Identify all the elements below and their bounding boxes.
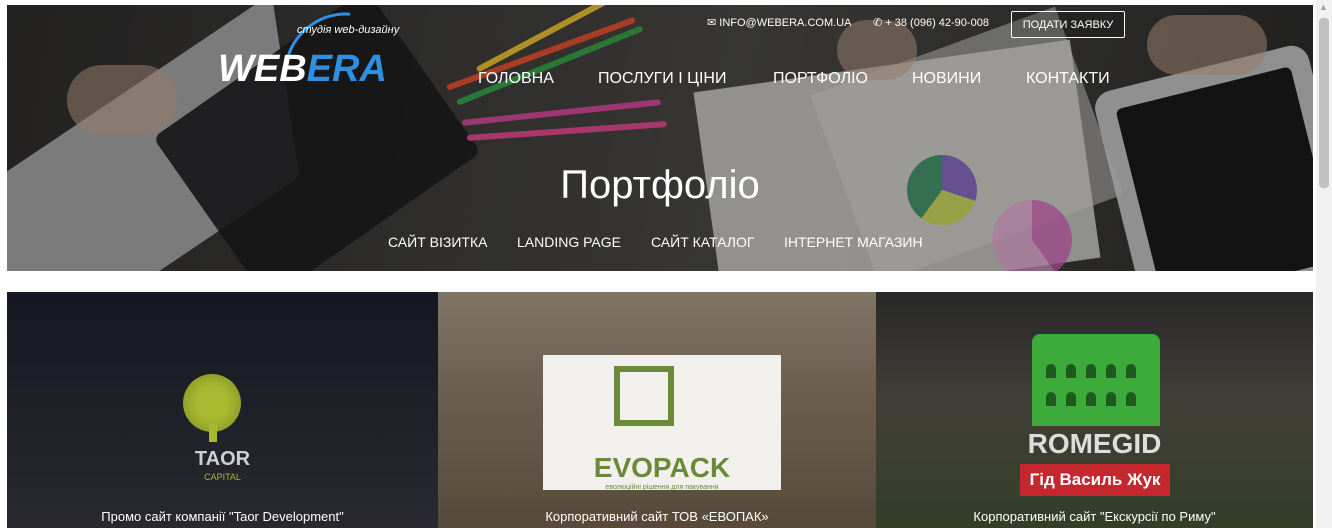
email-link[interactable]: ✉ INFO@WEBERA.COM.UA (707, 16, 851, 29)
colosseum-window (1066, 392, 1076, 406)
page-title: Портфоліо (560, 163, 760, 207)
colosseum-window (1106, 364, 1116, 378)
scrollbar-thumb[interactable] (1319, 18, 1329, 188)
logo-era-text: ERA (306, 48, 387, 90)
phone-text: + 38 (096) 42-90-008 (885, 17, 989, 29)
portfolio-item-evopack[interactable]: EVOPACK еволюційні рішення для пакування… (438, 292, 876, 528)
portfolio-caption: Корпоративний сайт "Екскурсії по Риму" (973, 509, 1216, 524)
logo-tagline: студія web-дизайну (297, 24, 400, 36)
colosseum-window (1046, 364, 1056, 378)
nav-item-services[interactable]: ПОСЛУГИ І ЦІНИ (598, 70, 726, 88)
romegid-logo-title: ROMEGID (1027, 428, 1162, 459)
colosseum-window (1086, 364, 1096, 378)
box-icon (614, 366, 674, 426)
arrow-up-icon[interactable]: ▲ (1319, 2, 1328, 12)
portfolio-caption: Промо сайт компанії "Taor Development" (101, 509, 344, 524)
phone-link[interactable]: ✆ + 38 (096) 42-90-008 (873, 16, 989, 29)
hero-overlay (7, 5, 1313, 271)
nav-item-news[interactable]: НОВИНИ (912, 70, 981, 88)
evopack-logo-title: EVOPACK (593, 452, 731, 483)
taor-logo-sub: CAPITAL (204, 472, 241, 482)
filter-business-card[interactable]: САЙТ ВІЗИТКА (388, 234, 487, 250)
evopack-logo-sub: еволюційні рішення для пакування (605, 484, 719, 491)
portfolio-caption: Корпоративний сайт ТОВ «ЕВОПАК» (545, 509, 769, 524)
nav-item-home[interactable]: ГОЛОВНА (478, 70, 554, 88)
logo-web-text: WEB (218, 48, 307, 90)
taor-logo-title: TAOR (194, 448, 251, 470)
filter-catalog[interactable]: САЙТ КАТАЛОГ (651, 234, 754, 250)
phone-icon: ✆ (873, 17, 883, 29)
colosseum-window (1126, 364, 1136, 378)
email-text: INFO@WEBERA.COM.UA (719, 17, 852, 29)
envelope-icon: ✉ (707, 17, 717, 29)
apply-button[interactable]: ПОДАТИ ЗАЯВКУ (1011, 11, 1125, 38)
portfolio-item-romegid[interactable]: ROMEGID Гід Василь Жук Корпоративний сай… (876, 292, 1313, 528)
romegid-logo-sub: Гід Василь Жук (1020, 464, 1170, 496)
nav-item-portfolio[interactable]: ПОРТФОЛІО (773, 70, 868, 88)
colosseum-window (1126, 392, 1136, 406)
site-logo[interactable]: WEBERA (218, 48, 387, 91)
filter-online-store[interactable]: ІНТЕРНЕТ МАГАЗИН (784, 234, 923, 250)
tree-trunk (209, 424, 217, 442)
hero-banner (7, 5, 1313, 271)
colosseum-window (1086, 392, 1096, 406)
colosseum-window (1046, 392, 1056, 406)
colosseum-icon (1032, 334, 1160, 426)
colosseum-window (1106, 392, 1116, 406)
nav-item-contacts[interactable]: КОНТАКТИ (1026, 70, 1110, 88)
portfolio-item-taor[interactable]: TAOR CAPITAL Промо сайт компанії "Taor D… (7, 292, 438, 528)
colosseum-window (1066, 364, 1076, 378)
filter-landing-page[interactable]: LANDING PAGE (517, 234, 621, 250)
